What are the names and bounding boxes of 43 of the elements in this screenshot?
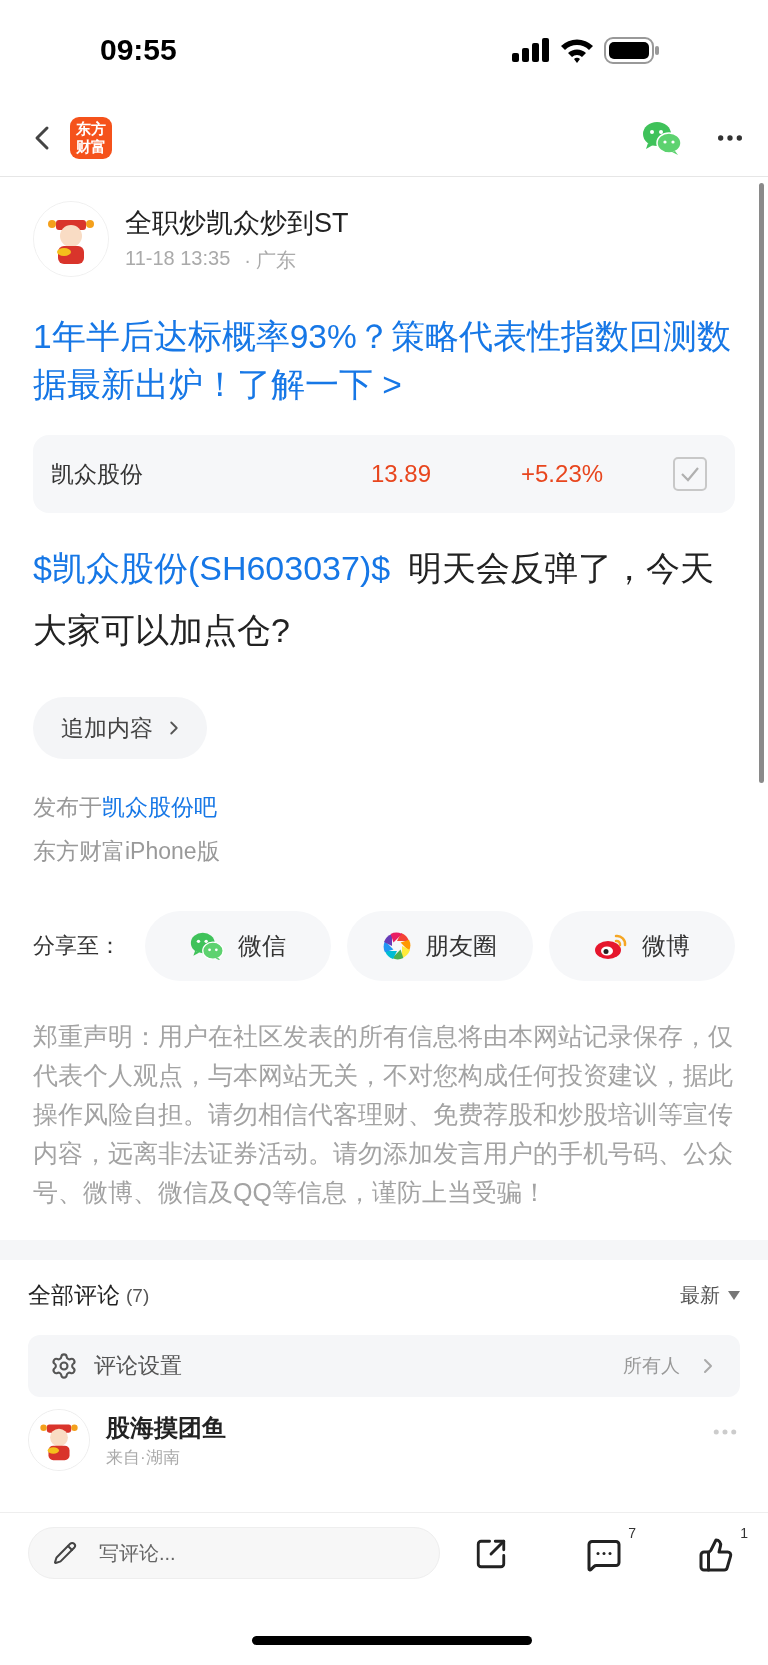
- watchlist-checkbox[interactable]: [673, 457, 707, 491]
- app-logo: 东方财富: [70, 117, 112, 159]
- comment-count: (7): [126, 1284, 150, 1307]
- share-icon[interactable]: [474, 1537, 508, 1571]
- chat-bubbles-icon: [190, 931, 224, 961]
- post-body: $凯众股份(SH603037)$ 明天会反弹了，今天大家可以加点仓?: [33, 548, 716, 651]
- status-time: 09:55: [100, 33, 177, 67]
- share-button[interactable]: 微信: [145, 911, 331, 981]
- comment-count-label: 7: [628, 1525, 636, 1541]
- eye-icon: [594, 932, 628, 960]
- commenter-name[interactable]: 股海摸团鱼: [106, 1411, 694, 1444]
- disclaimer: 郑重声明：用户在社区发表的所有信息将由本网站记录保存，仅代表个人观点，与本网站无关，不对您构成任何投资建议，据此操作风险自担。请勿相信代客理财、免费荐股和炒股培训等宣传内容，远离非法证券活动。请勿添加发言用户的手机号码、公众号、微博、微信及QQ等信息，谨防上当受骗！: [33, 1021, 734, 1208]
- comment-input-field[interactable]: 写评论...: [28, 1527, 440, 1579]
- post-time: 11-18 13:35: [125, 246, 231, 271]
- sort-dropdown[interactable]: 最新: [680, 1282, 740, 1309]
- settings-value: 所有人: [623, 1354, 680, 1378]
- stock-price: 13.89: [371, 460, 433, 488]
- commenter-location: 来自·湖南: [106, 1446, 181, 1469]
- author-name[interactable]: 全职炒凯众炒到ST: [125, 204, 349, 241]
- share-button[interactable]: 微博: [549, 911, 735, 981]
- stock-card[interactable]: 凯众股份 13.89 +5.23%: [33, 435, 735, 513]
- share-button[interactable]: 朋友圈: [347, 911, 533, 981]
- stock-change: +5.23%: [521, 460, 605, 488]
- comment-settings-row[interactable]: 评论设置 所有人: [28, 1335, 740, 1397]
- stock-name: 凯众股份: [51, 459, 144, 489]
- forum-link[interactable]: 凯众股份吧: [102, 794, 217, 820]
- settings-label: 评论设置: [94, 1352, 183, 1380]
- battery-icon: [604, 36, 660, 64]
- published-in: 发布于凯众股份吧: [33, 793, 218, 822]
- aperture-icon: [383, 932, 411, 960]
- signal-icon: [512, 38, 550, 62]
- post-location: · 广东: [244, 247, 297, 273]
- pencil-icon: [53, 1541, 77, 1565]
- promo-link[interactable]: 1年半后达标概率93%？策略代表性指数回测数据最新出炉！了解一下 >: [33, 313, 735, 409]
- add-content-button[interactable]: 追加内容: [33, 697, 207, 759]
- wifi-icon: [560, 37, 594, 63]
- settings-icon: [50, 1352, 78, 1380]
- share-label: 分享至：: [33, 932, 122, 960]
- like-count-label: 1: [740, 1525, 748, 1541]
- comments-title: 全部评论: [28, 1281, 120, 1310]
- caret-down-icon: [728, 1291, 740, 1300]
- client-label: 东方财富iPhone版: [33, 837, 221, 866]
- stock-link[interactable]: $凯众股份(SH603037)$: [33, 549, 391, 587]
